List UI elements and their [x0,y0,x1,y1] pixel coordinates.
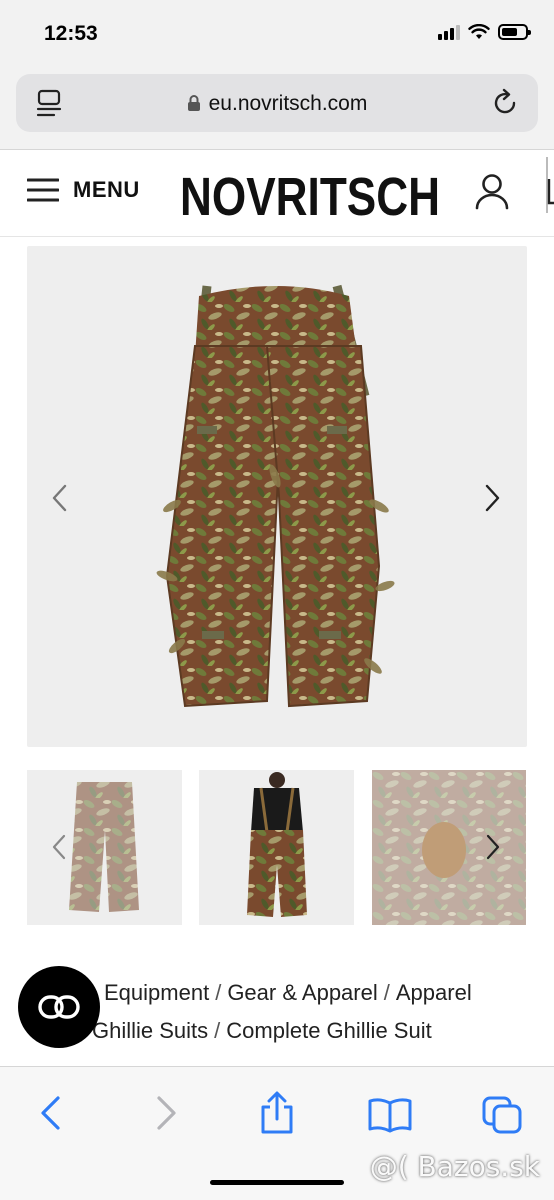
site-header: MENU NOVRITSCH [0,151,554,237]
lock-icon [187,95,200,111]
breadcrumb-item-complete-ghillie-suit[interactable]: Complete Ghillie Suit [226,1018,431,1043]
share-icon[interactable] [258,1091,296,1135]
user-icon[interactable] [474,173,510,211]
ghillie-pants-image [156,284,395,708]
forward-icon[interactable] [155,1095,179,1131]
logo-text: NOVRITSCH [180,167,440,221]
breadcrumb-item-apparel[interactable]: Apparel [396,980,472,1005]
bazos-watermark: @( Bazos.sk [369,1150,540,1183]
wifi-icon [468,24,490,39]
menu-label: MENU [73,177,140,202]
status-time: 12:53 [44,22,98,45]
back-icon[interactable] [38,1095,62,1131]
product-main-image[interactable] [27,246,527,747]
battery-icon [498,24,531,40]
reload-icon[interactable] [492,88,520,118]
thumbnail-1[interactable] [27,770,182,925]
home-indicator[interactable] [210,1180,344,1185]
breadcrumb-item-ghillie-suits[interactable]: Ghillie Suits [92,1018,208,1043]
thumbnail-3[interactable] [372,770,526,925]
status-bar: 12:53 [0,0,554,70]
hamburger-icon [27,178,59,202]
bookmarks-icon[interactable] [367,1097,413,1133]
breadcrumb-separator: / [214,1018,221,1043]
address-bar[interactable]: eu.novritsch.com [16,74,538,132]
ghillie-closeup-thumbnail [372,770,526,925]
chevron-right-icon[interactable] [485,484,501,512]
status-icons [438,24,531,40]
chevron-left-icon[interactable] [51,484,67,512]
novritsch-logo[interactable]: NOVRITSCH [180,165,442,221]
thumb-chevron-left-icon[interactable] [52,834,66,860]
breadcrumb: Equipment / Gear & Apparel / Apparel Ghillie… [88,974,554,1050]
tabs-icon[interactable] [481,1095,523,1135]
browser-address-area: eu.novritsch.com [0,70,554,150]
chat-button[interactable] [18,966,100,1048]
model-wearing-pants-thumbnail [247,772,307,917]
thumb-chevron-right-icon[interactable] [486,834,500,860]
cellular-signal-icon [438,24,460,40]
url-text: eu.novritsch.com [208,92,368,115]
breadcrumb-item-gear-apparel[interactable]: Gear & Apparel [227,980,377,1005]
thumbnail-2[interactable] [199,770,354,925]
breadcrumb-separator: / [383,980,390,1005]
breadcrumb-item-equipment[interactable]: Equipment [104,980,209,1005]
chat-icon [38,995,80,1019]
cart-icon[interactable] [541,155,554,215]
ghillie-pants-thumbnail [69,782,139,912]
breadcrumb-separator: / [215,980,222,1005]
menu-button[interactable]: MENU [27,177,140,203]
url-display[interactable]: eu.novritsch.com [16,92,538,116]
